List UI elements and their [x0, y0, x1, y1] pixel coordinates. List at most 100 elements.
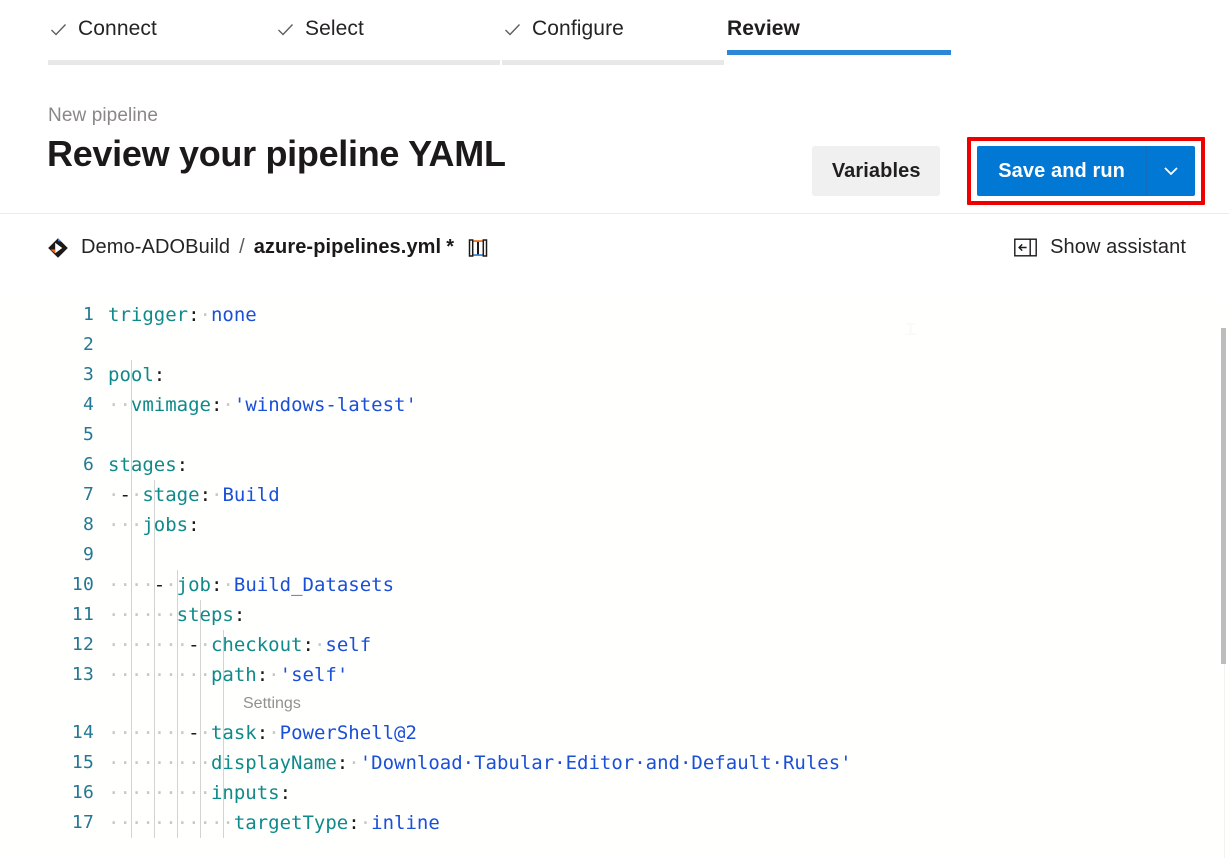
breadcrumb: New pipeline: [48, 105, 158, 127]
save-and-run-button[interactable]: Save and run: [977, 146, 1146, 196]
file-name[interactable]: azure-pipelines.yml: [254, 236, 442, 259]
token-dash: -: [154, 574, 165, 596]
line-number: 15: [0, 748, 108, 778]
token-ws: ·: [222, 574, 233, 596]
token-key: checkout: [211, 634, 303, 656]
unsaved-changes-marker: *: [446, 236, 454, 259]
file-breadcrumb: Demo-ADOBuild / azure-pipelines.yml *: [47, 236, 488, 259]
path-separator: /: [239, 236, 245, 259]
tab-connect[interactable]: Connect: [48, 0, 275, 71]
code-line[interactable]: 17···········targetType:·inline: [0, 808, 1229, 838]
token-punct: :: [234, 604, 245, 626]
code-line[interactable]: 1trigger:·none: [0, 300, 1229, 330]
token-val: Build: [222, 484, 279, 506]
token-dash: -: [188, 722, 199, 744]
code-line-text: [108, 330, 1229, 360]
token-ws: ·········: [108, 782, 211, 804]
page-title: Review your pipeline YAML: [47, 132, 506, 176]
token-key: vmimage: [131, 394, 211, 416]
token-punct: :: [211, 574, 222, 596]
codelens-settings[interactable]: Settings: [243, 690, 301, 718]
yaml-code-editor[interactable]: 1trigger:·none23pool:4··vmimage:·'window…: [0, 300, 1229, 858]
code-line-text: pool:: [108, 360, 1229, 390]
token-ws: ·······: [108, 722, 188, 744]
check-icon: [50, 21, 67, 38]
page-header: New pipeline Review your pipeline YAML V…: [0, 71, 1229, 214]
tab-configure-underline: [502, 60, 724, 65]
token-key: task: [211, 722, 257, 744]
token-ws: ·: [200, 304, 211, 326]
tab-select[interactable]: Select: [275, 0, 502, 71]
code-line[interactable]: 11······steps:: [0, 600, 1229, 630]
line-number: 11: [0, 600, 108, 630]
token-ws: ·: [268, 664, 279, 686]
save-and-run-dropdown-button[interactable]: [1147, 146, 1195, 196]
token-punct: :: [257, 722, 268, 744]
code-line-text: ······steps:: [108, 600, 1229, 630]
line-number: 5: [0, 420, 108, 450]
save-and-run-highlight-annotation: Save and run: [967, 137, 1205, 205]
token-key: stages: [108, 454, 177, 476]
token-dash: -: [188, 634, 199, 656]
variables-button[interactable]: Variables: [812, 146, 940, 196]
code-line-text: ·········displayName:·'Download·Tabular·…: [108, 748, 1229, 778]
token-ws: ·: [348, 752, 359, 774]
line-number: 2: [0, 330, 108, 360]
code-line[interactable]: 12·······-·checkout:·self: [0, 630, 1229, 660]
token-str: 'windows-latest': [234, 394, 417, 416]
token-key: steps: [177, 604, 234, 626]
token-punct: :: [337, 752, 348, 774]
source-branch-icon[interactable]: [468, 237, 488, 259]
code-line[interactable]: 14·······-·task:·PowerShell@2: [0, 718, 1229, 748]
token-ws: ·: [108, 484, 119, 506]
code-line-text: stages:: [108, 450, 1229, 480]
text-cursor: ⌶: [905, 318, 916, 340]
code-line[interactable]: 4··vmimage:·'windows-latest': [0, 390, 1229, 420]
token-punct: :: [188, 514, 199, 536]
token-ws: ·········: [108, 752, 211, 774]
editor-scrollbar-thumb[interactable]: [1221, 328, 1226, 664]
token-punct: :: [280, 782, 291, 804]
editor-vertical-scrollbar[interactable]: [1219, 300, 1227, 858]
token-key: stage: [142, 484, 199, 506]
token-punct: :: [257, 664, 268, 686]
code-line[interactable]: 15·········displayName:·'Download·Tabula…: [0, 748, 1229, 778]
code-line[interactable]: 5: [0, 420, 1229, 450]
tab-review[interactable]: Review: [727, 0, 951, 71]
code-line[interactable]: 13·········path:·'self': [0, 660, 1229, 690]
editor-scrollbar-track: [1224, 664, 1225, 858]
code-line[interactable]: 8···jobs:: [0, 510, 1229, 540]
line-number: 14: [0, 718, 108, 748]
code-line[interactable]: 7·-·stage:·Build: [0, 480, 1229, 510]
token-punct: :: [188, 304, 199, 326]
token-key: pool: [108, 364, 154, 386]
show-assistant-toggle[interactable]: Show assistant: [1014, 236, 1186, 259]
line-number: 13: [0, 660, 108, 690]
token-val: Build_Datasets: [234, 574, 394, 596]
token-str: 'Download·Tabular·Editor·and·Default·Rul…: [360, 752, 852, 774]
code-line[interactable]: 10····-·job:·Build_Datasets: [0, 570, 1229, 600]
line-number: 10: [0, 570, 108, 600]
line-number: 6: [0, 450, 108, 480]
code-line[interactable]: 9: [0, 540, 1229, 570]
code-line-text: ··vmimage:·'windows-latest': [108, 390, 1229, 420]
token-ws: ·: [165, 574, 176, 596]
tab-configure[interactable]: Configure: [502, 0, 727, 71]
token-ws: ···········: [108, 812, 234, 834]
token-key: trigger: [108, 304, 188, 326]
code-line[interactable]: 16·········inputs:: [0, 778, 1229, 808]
token-key: inputs: [211, 782, 280, 804]
code-line-text: ·······-·checkout:·self: [108, 630, 1229, 660]
code-line[interactable]: 6stages:: [0, 450, 1229, 480]
token-ws: ·: [222, 394, 233, 416]
code-line[interactable]: 2: [0, 330, 1229, 360]
token-ws: ···: [108, 514, 142, 536]
new-pipeline-review-page: Connect Select: [0, 0, 1229, 858]
line-number: 16: [0, 778, 108, 808]
repo-name[interactable]: Demo-ADOBuild: [81, 236, 230, 259]
token-punct: :: [200, 484, 211, 506]
line-number: 3: [0, 360, 108, 390]
token-val: inline: [371, 812, 440, 834]
code-line[interactable]: 3pool:: [0, 360, 1229, 390]
code-line-text: [108, 540, 1229, 570]
